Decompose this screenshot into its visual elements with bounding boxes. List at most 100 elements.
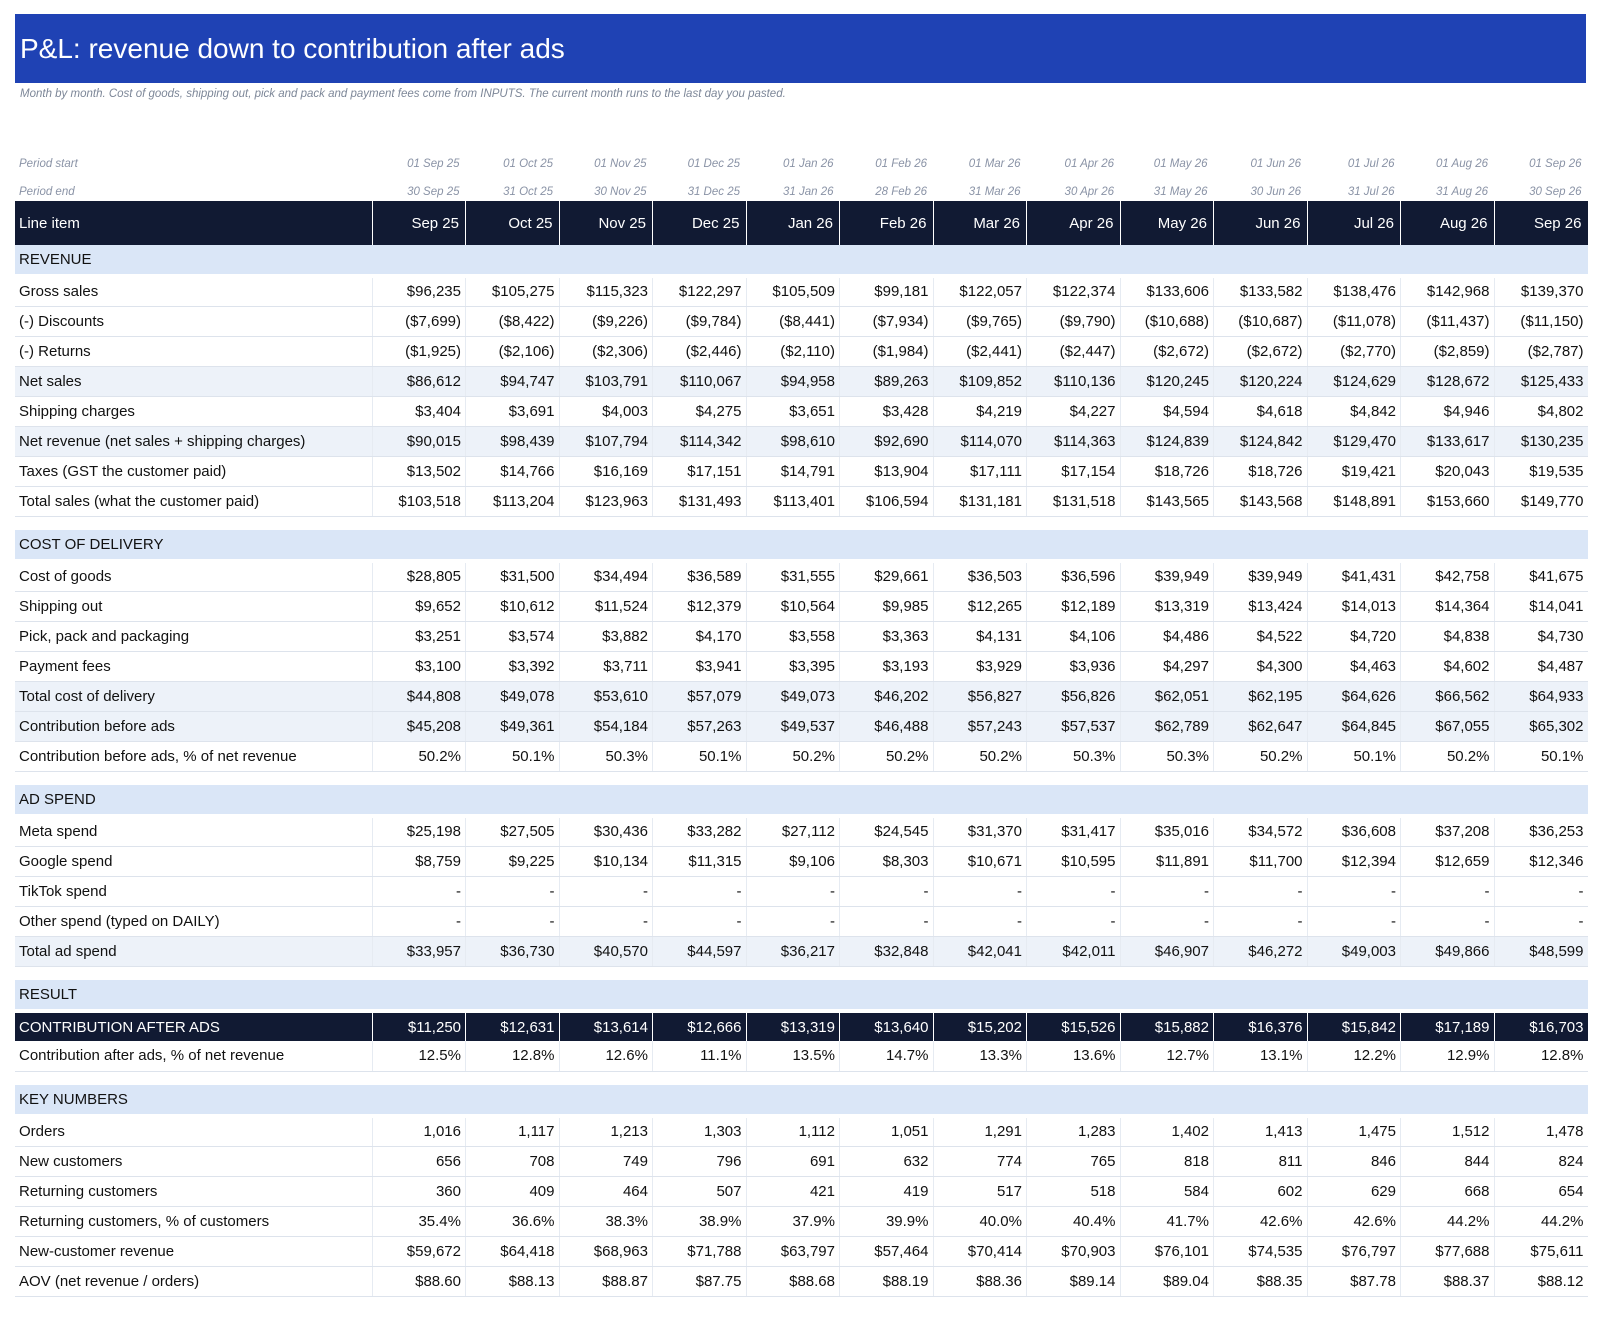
row-value: $15,842: [1307, 1011, 1401, 1041]
row-value: $44,808: [372, 681, 466, 712]
period-start-cell: 01 Feb 26: [875, 158, 927, 170]
row-value: $12,379: [652, 591, 747, 622]
row-value: $77,688: [1400, 1236, 1495, 1267]
row-value: $27,505: [465, 816, 560, 847]
row-value: 44.2%: [1400, 1206, 1495, 1237]
row-value: $3,100: [372, 651, 466, 682]
row-value: $138,476: [1307, 276, 1401, 307]
row-value: ($1,984): [839, 336, 934, 367]
row-label: Cost of goods: [15, 561, 373, 592]
row-value: ($11,078): [1307, 306, 1401, 337]
row-value: $4,730: [1494, 621, 1588, 652]
row-value: $36,730: [465, 936, 560, 967]
period-start-cell: 01 Apr 26: [1064, 158, 1114, 170]
row-label: Returning customers: [15, 1176, 373, 1207]
period-start-cell: 01 Jan 26: [782, 158, 834, 170]
row-value: 50.2%: [746, 741, 840, 772]
period-start-cell: 01 Jul 26: [1347, 158, 1395, 170]
row-value: $65,302: [1494, 711, 1588, 742]
row-value: $39,949: [1213, 561, 1308, 592]
row-value: $74,535: [1213, 1236, 1308, 1267]
row-value: 708: [465, 1146, 560, 1177]
row-value: $70,903: [1026, 1236, 1121, 1267]
row-label: Total sales (what the customer paid): [15, 486, 373, 517]
row-value: $4,463: [1307, 651, 1401, 682]
period-start-cell: 01 Sep 25: [407, 158, 460, 170]
row-value: $46,488: [839, 711, 934, 742]
section-title: AD SPEND: [15, 785, 1588, 818]
row-value: 50.2%: [839, 741, 934, 772]
row-value: ($2,447): [1026, 336, 1121, 367]
row-value: $56,826: [1026, 681, 1121, 712]
row-value: 50.2%: [372, 741, 466, 772]
row-value: $48,599: [1494, 936, 1588, 967]
row-value: 517: [933, 1176, 1027, 1207]
row-value: $37,208: [1400, 816, 1495, 847]
period-end-cell: 31 Jan 26: [782, 186, 834, 198]
row-value: ($8,422): [465, 306, 560, 337]
table-row: Meta spend $25,198 $27,505 $30,436 $33,282 $2…: [15, 816, 1588, 847]
row-value: $18,726: [1213, 456, 1308, 487]
row-value: ($2,770): [1307, 336, 1401, 367]
row-value: $88.13: [465, 1266, 560, 1297]
row-value: ($11,437): [1400, 306, 1495, 337]
row-value: $3,428: [839, 396, 934, 427]
row-value: $110,067: [652, 366, 747, 397]
header-month: Jan 26: [746, 201, 840, 245]
row-value: 654: [1494, 1176, 1588, 1207]
row-value: $87.75: [652, 1266, 747, 1297]
row-value: 1,291: [933, 1116, 1027, 1147]
row-value: 50.1%: [1494, 741, 1588, 772]
row-value: $89.14: [1026, 1266, 1121, 1297]
header-row: Line item Sep 25 Oct 25 Nov 25 Dec 25 Jan 26…: [15, 201, 1588, 245]
row-value: $36,596: [1026, 561, 1121, 592]
row-value: ($2,441): [933, 336, 1027, 367]
row-value: $41,675: [1494, 561, 1588, 592]
row-value: -: [1213, 876, 1308, 907]
row-value: $94,958: [746, 366, 840, 397]
row-value: $3,193: [839, 651, 934, 682]
period-start-cell: 01 Aug 26: [1435, 158, 1488, 170]
row-label: New customers: [15, 1146, 373, 1177]
row-value: $11,315: [652, 846, 747, 877]
row-value: 846: [1307, 1146, 1401, 1177]
row-value: $122,374: [1026, 276, 1121, 307]
spacer-cell: [15, 516, 1588, 530]
period-end-cell: 30 Nov 25: [594, 186, 647, 198]
row-value: $36,589: [652, 561, 747, 592]
section-header: COST OF DELIVERY: [15, 530, 1588, 563]
section-spacer: [15, 516, 1588, 530]
row-value: $122,057: [933, 276, 1027, 307]
row-value: 844: [1400, 1146, 1495, 1177]
row-value: ($9,226): [559, 306, 653, 337]
header-month: Dec 25: [652, 201, 747, 245]
row-value: $12,265: [933, 591, 1027, 622]
header-month: Feb 26: [839, 201, 934, 245]
period-end-cell: 30 Sep 25: [407, 186, 460, 198]
table-row: Total ad spend $33,957 $36,730 $40,570 $44,5…: [15, 936, 1588, 967]
row-value: $31,370: [933, 816, 1027, 847]
row-value: $4,003: [559, 396, 653, 427]
row-value: $25,198: [372, 816, 466, 847]
row-value: 518: [1026, 1176, 1121, 1207]
row-value: $15,202: [933, 1011, 1027, 1041]
row-value: $88.19: [839, 1266, 934, 1297]
table-row: Total sales (what the customer paid) $103…: [15, 486, 1588, 517]
row-value: 796: [652, 1146, 747, 1177]
row-label: Gross sales: [15, 276, 373, 307]
section-header: RESULT: [15, 980, 1588, 1013]
table-row: Contribution before ads, % of net revenu…: [15, 741, 1588, 772]
row-value: $107,794: [559, 426, 653, 457]
row-value: $13,904: [839, 456, 934, 487]
row-value: $16,376: [1213, 1011, 1308, 1041]
row-value: $96,235: [372, 276, 466, 307]
row-value: $13,424: [1213, 591, 1308, 622]
row-value: $148,891: [1307, 486, 1401, 517]
row-value: -: [933, 876, 1027, 907]
section-title: COST OF DELIVERY: [15, 530, 1588, 563]
row-value: ($2,106): [465, 336, 560, 367]
row-value: $3,936: [1026, 651, 1121, 682]
row-value: 12.5%: [372, 1041, 466, 1072]
row-value: $64,845: [1307, 711, 1401, 742]
row-value: $114,342: [652, 426, 747, 457]
